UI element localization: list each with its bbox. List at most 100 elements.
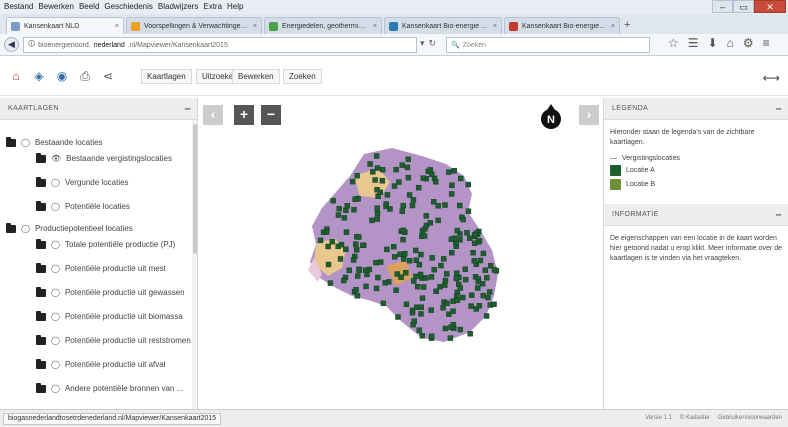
location-marker-icon[interactable]: [397, 251, 403, 257]
eye-icon[interactable]: ◯: [51, 178, 60, 187]
eye-icon[interactable]: ◯: [51, 240, 60, 249]
location-marker-icon[interactable]: [400, 202, 406, 209]
location-marker-icon[interactable]: [341, 277, 347, 284]
addon-icon[interactable]: ⚙: [743, 36, 754, 50]
close-window-button[interactable]: ✕: [754, 0, 786, 13]
location-marker-icon[interactable]: [450, 308, 456, 314]
location-marker-icon[interactable]: [374, 165, 381, 171]
location-marker-icon[interactable]: [325, 261, 332, 268]
location-marker-icon[interactable]: [427, 220, 433, 226]
location-marker-icon[interactable]: [420, 284, 427, 290]
copyright-text[interactable]: © Kadaster: [680, 415, 710, 421]
location-marker-icon[interactable]: [440, 304, 446, 311]
location-marker-icon[interactable]: [477, 257, 484, 264]
location-marker-icon[interactable]: [396, 179, 402, 185]
layer-item[interactable]: ◯ Potentiële locaties: [36, 200, 130, 211]
location-marker-icon[interactable]: [420, 175, 426, 181]
reload-icon[interactable]: ↻: [429, 38, 437, 49]
location-marker-icon[interactable]: [465, 208, 472, 214]
menu-kaartlagen[interactable]: Kaartlagen: [141, 69, 192, 84]
location-marker-icon[interactable]: [355, 273, 361, 279]
layer-item[interactable]: ◯ Potentiële productie uit afval: [36, 358, 165, 369]
tab-bio-energie-2[interactable]: Kansenkaart Bio-energie (... ×: [504, 17, 620, 34]
location-marker-icon[interactable]: [383, 201, 389, 207]
menu-geschiedenis[interactable]: Geschiedenis: [104, 2, 152, 11]
location-marker-icon[interactable]: [391, 254, 398, 260]
close-tab-icon[interactable]: ×: [253, 23, 257, 30]
location-marker-icon[interactable]: [356, 234, 362, 240]
location-marker-icon[interactable]: [387, 206, 393, 212]
location-marker-icon[interactable]: [416, 327, 422, 333]
eye-icon[interactable]: ◯: [21, 224, 30, 233]
location-marker-icon[interactable]: [485, 294, 491, 301]
minimize-button[interactable]: –: [712, 0, 733, 13]
location-marker-icon[interactable]: [483, 313, 490, 319]
layer-item[interactable]: ◯ Potentiële productie uit biomassa: [36, 310, 183, 321]
location-marker-icon[interactable]: [349, 178, 356, 185]
location-marker-icon[interactable]: [327, 280, 334, 286]
location-marker-icon[interactable]: [470, 250, 476, 256]
eye-icon[interactable]: ◯: [51, 336, 60, 345]
location-marker-icon[interactable]: [369, 217, 375, 224]
dropdown-arrow-icon[interactable]: ▾: [420, 38, 425, 49]
location-marker-icon[interactable]: [448, 191, 455, 197]
bookmark-star-icon[interactable]: ☆: [668, 36, 679, 50]
collapse-info-button[interactable]: –: [775, 209, 782, 221]
layers-scrollbar[interactable]: [192, 120, 197, 409]
location-marker-icon[interactable]: [454, 297, 461, 303]
location-marker-icon[interactable]: [471, 240, 478, 246]
location-marker-icon[interactable]: [351, 207, 357, 213]
tab-energiedelen[interactable]: Energiedelen, geothermie Noord... ×: [264, 17, 382, 34]
location-marker-icon[interactable]: [367, 161, 373, 167]
location-marker-icon[interactable]: [418, 251, 424, 258]
location-marker-icon[interactable]: [399, 208, 405, 214]
tab-voorspellingen[interactable]: Voorspellingen & Verwachtingen Noord... …: [126, 17, 262, 34]
location-marker-icon[interactable]: [360, 242, 366, 249]
location-marker-icon[interactable]: [353, 247, 360, 253]
location-marker-icon[interactable]: [428, 274, 435, 280]
location-marker-icon[interactable]: [409, 310, 416, 316]
location-marker-icon[interactable]: [317, 237, 324, 244]
location-marker-icon[interactable]: [457, 202, 463, 209]
location-marker-icon[interactable]: [486, 289, 493, 295]
location-marker-icon[interactable]: [343, 246, 349, 253]
location-marker-icon[interactable]: [363, 283, 369, 290]
layer-item[interactable]: ◯ Potentiële productie uit gewassen: [36, 286, 185, 297]
zoom-out-button[interactable]: −: [261, 105, 281, 125]
location-marker-icon[interactable]: [449, 249, 455, 256]
location-marker-icon[interactable]: [480, 292, 486, 299]
location-marker-icon[interactable]: [354, 293, 361, 299]
location-marker-icon[interactable]: [423, 275, 429, 281]
location-marker-icon[interactable]: [411, 318, 417, 324]
location-marker-icon[interactable]: [471, 258, 478, 264]
location-marker-icon[interactable]: [353, 241, 359, 247]
location-marker-icon[interactable]: [374, 205, 380, 211]
location-marker-icon[interactable]: [431, 199, 437, 205]
location-marker-icon[interactable]: [362, 267, 369, 273]
eye-icon[interactable]: ◯: [51, 360, 60, 369]
menu-icon[interactable]: ≡: [763, 36, 770, 50]
location-marker-icon[interactable]: [382, 280, 388, 286]
location-marker-icon[interactable]: [476, 303, 483, 309]
location-marker-icon[interactable]: [438, 262, 444, 269]
menu-bestand[interactable]: Bestand: [4, 2, 33, 11]
layer-item[interactable]: 👁 Bestaande vergistingslocaties: [36, 152, 172, 163]
location-marker-icon[interactable]: [482, 267, 489, 273]
location-marker-icon[interactable]: [442, 325, 449, 332]
menu-beeld[interactable]: Beeld: [79, 2, 99, 11]
tab-bio-energie-1[interactable]: Kansenkaart Bio-energie ... ×: [384, 17, 502, 34]
location-marker-icon[interactable]: [329, 238, 335, 245]
location-marker-icon[interactable]: [476, 238, 483, 244]
location-marker-icon[interactable]: [458, 175, 464, 182]
location-marker-icon[interactable]: [451, 168, 457, 174]
location-marker-icon[interactable]: [453, 275, 460, 282]
location-marker-icon[interactable]: [341, 215, 348, 221]
eye-icon[interactable]: ◯: [51, 288, 60, 297]
location-marker-icon[interactable]: [462, 276, 469, 283]
location-marker-icon[interactable]: [403, 269, 409, 276]
location-marker-icon[interactable]: [370, 169, 376, 175]
location-marker-icon[interactable]: [442, 282, 448, 288]
location-marker-icon[interactable]: [409, 202, 416, 209]
home-icon[interactable]: ⌂: [727, 36, 734, 50]
layer-item[interactable]: ◯ Andere potentiële bronnen van ...: [36, 382, 183, 393]
